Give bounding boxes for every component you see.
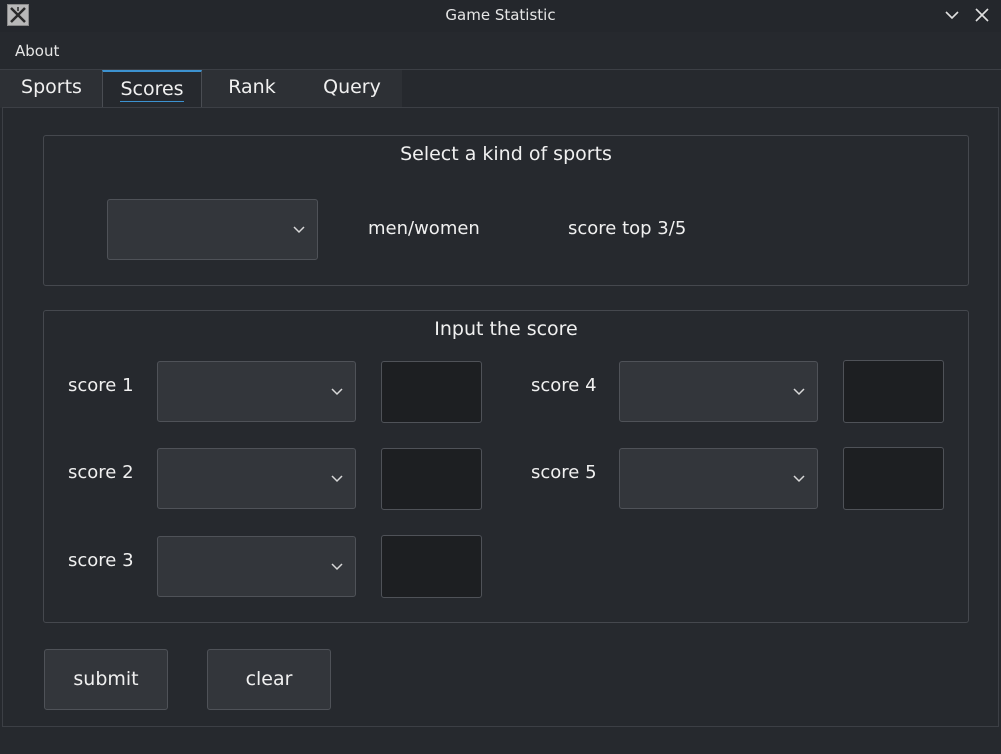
score-2-combobox[interactable] [157,448,356,509]
tab-query[interactable]: Query [302,70,402,108]
score-5-label: score 5 [531,462,597,483]
tab-scores[interactable]: Scores [102,70,202,108]
clear-button[interactable]: clear [207,649,331,710]
score-5-combobox[interactable] [619,448,818,509]
chevron-down-icon [331,387,343,396]
select-sports-title: Select a kind of sports [400,143,612,165]
score-1-input[interactable] [381,361,482,423]
chevron-down-icon [293,225,305,234]
gender-label: men/women [368,218,480,239]
close-icon[interactable] [971,4,993,26]
input-score-title: Input the score [434,318,578,340]
score-3-label: score 3 [68,550,134,571]
score-4-label: score 4 [531,375,597,396]
tab-sports[interactable]: Sports [0,70,103,108]
score-1-label: score 1 [68,375,134,396]
scores-panel: Select a kind of sports men/women score … [2,107,999,727]
score-2-input[interactable] [381,448,482,510]
score-top-label: score top 3/5 [568,218,687,239]
score-4-input[interactable] [843,360,944,423]
score-3-combobox[interactable] [157,536,356,597]
menu-bar: About [0,32,1001,70]
window-title: Game Statistic [445,6,556,24]
menu-about[interactable]: About [15,42,59,60]
chevron-down-icon [331,562,343,571]
input-score-group: Input the score score 1 score 2 score 3 … [43,310,969,623]
score-1-combobox[interactable] [157,361,356,422]
score-4-combobox[interactable] [619,361,818,422]
minimize-chevron-icon[interactable] [941,4,963,26]
title-bar: Game Statistic [0,0,1001,32]
submit-button[interactable]: submit [44,649,168,710]
tab-scores-label: Scores [120,78,184,102]
score-5-input[interactable] [843,447,944,510]
score-2-label: score 2 [68,462,134,483]
sport-combobox[interactable] [107,199,318,260]
score-3-input[interactable] [381,535,482,598]
chevron-down-icon [793,474,805,483]
tab-rank[interactable]: Rank [202,70,302,108]
tab-bar: Sports Scores Rank Query [0,70,402,108]
chevron-down-icon [793,387,805,396]
select-sports-group: Select a kind of sports men/women score … [43,135,969,286]
tab-query-label: Query [323,76,381,98]
tab-sports-label: Sports [21,76,82,98]
chevron-down-icon [331,474,343,483]
tab-rank-label: Rank [228,76,276,98]
